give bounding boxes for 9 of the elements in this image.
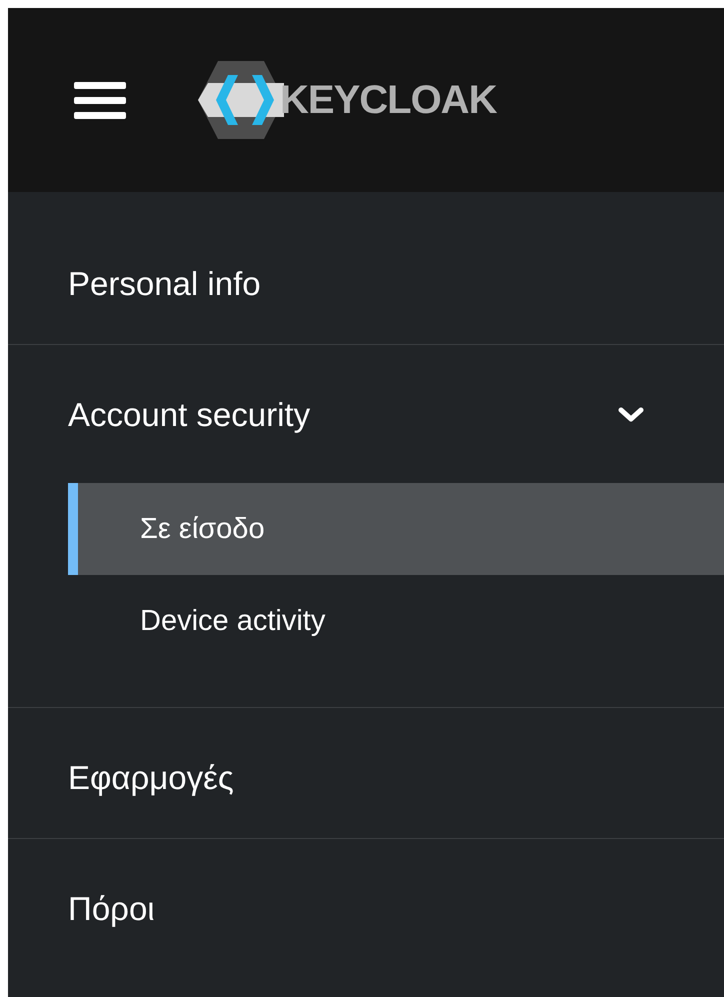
nav-subitem[interactable]: Σε είσοδο [68, 483, 724, 575]
nav-group-toggle[interactable]: Account security [8, 395, 310, 435]
nav-link[interactable]: Εφαρμογές [8, 758, 724, 798]
chevron-down-icon[interactable] [618, 406, 644, 424]
nav-subitem[interactable]: Device activity [68, 575, 724, 667]
menu-icon[interactable] [72, 80, 128, 120]
logo-icon [198, 61, 284, 139]
nav-link[interactable]: Personal info [8, 264, 724, 304]
nav-link[interactable]: Πόροι [8, 889, 724, 929]
